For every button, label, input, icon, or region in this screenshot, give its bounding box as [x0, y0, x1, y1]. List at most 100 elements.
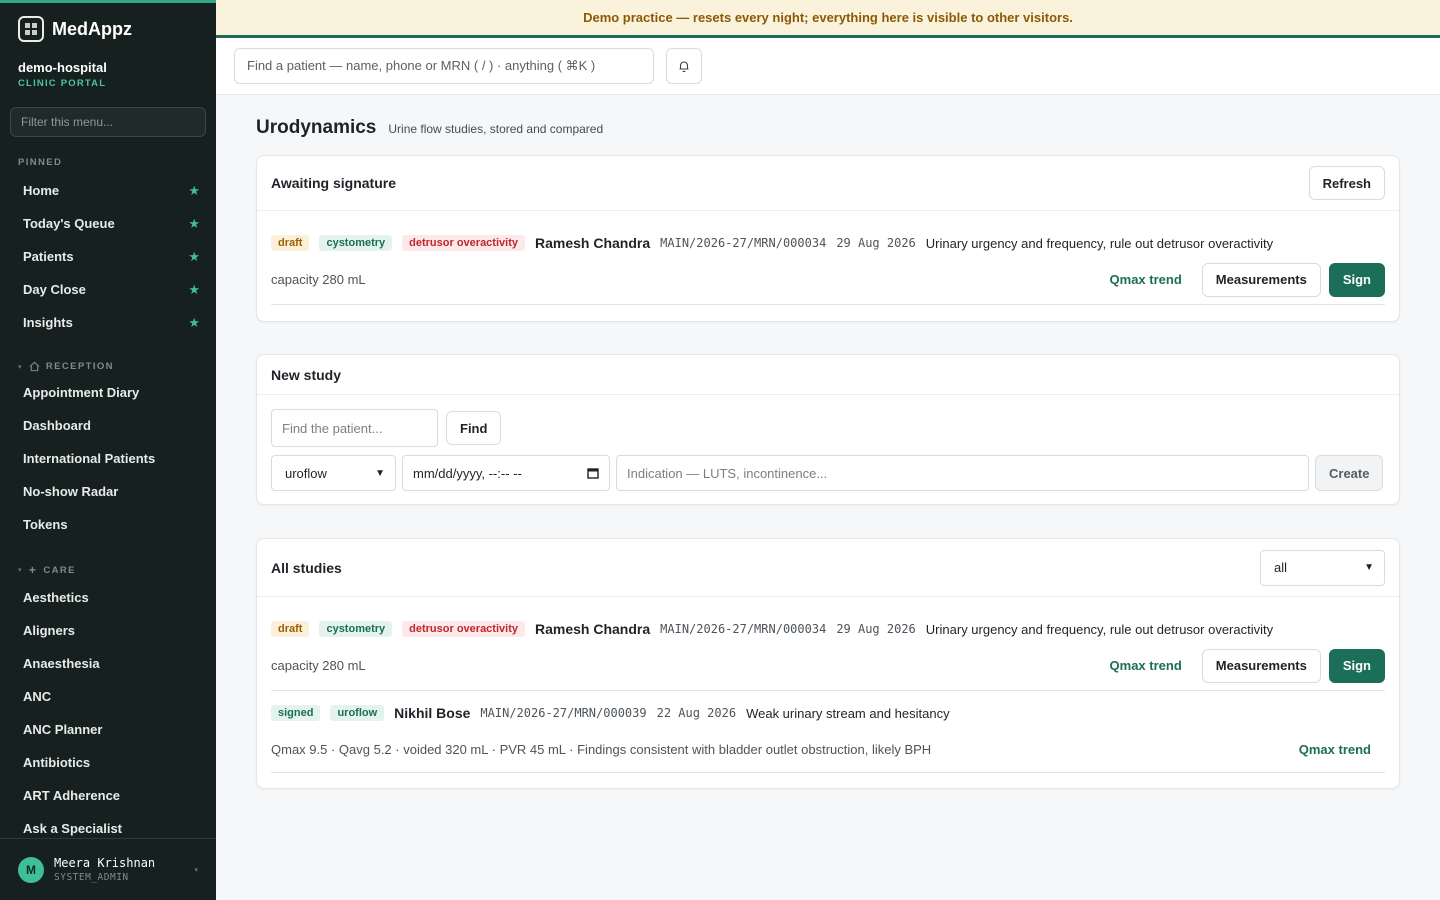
sidebar-item-aligners[interactable]: Aligners [0, 614, 216, 647]
all-studies-card: All studies all ▼ draft cystometry detru… [256, 538, 1400, 789]
bell-icon [679, 61, 689, 73]
study-actions: Qmax trend Measurements Sign [1110, 262, 1385, 297]
status-badge: draft [271, 621, 310, 637]
patient-name[interactable]: Nikhil Bose [394, 705, 470, 721]
study-summary: capacity 280 mL [271, 272, 366, 287]
type-badge: cystometry [319, 621, 393, 637]
indication-placeholder: Indication — LUTS, incontinence... [627, 465, 828, 481]
card-title: Awaiting signature [271, 175, 396, 191]
sidebar-item-home[interactable]: Home ★ [0, 174, 216, 207]
patient-find-input[interactable]: Find the patient... [271, 409, 438, 447]
patient-name[interactable]: Ramesh Chandra [535, 621, 650, 637]
menu-filter-input[interactable]: Filter this menu... [10, 107, 206, 137]
star-icon[interactable]: ★ [188, 315, 200, 331]
sidebar-item-anaesthesia[interactable]: Anaesthesia [0, 647, 216, 680]
indication-input[interactable]: Indication — LUTS, incontinence... [616, 455, 1309, 491]
find-button[interactable]: Find [446, 411, 502, 445]
star-icon[interactable]: ★ [188, 282, 200, 298]
star-icon[interactable]: ★ [188, 249, 200, 265]
menu-filter-placeholder: Filter this menu... [21, 115, 114, 129]
star-icon[interactable]: ★ [188, 183, 200, 199]
card-header: All studies all ▼ [257, 539, 1399, 597]
chevron-down-icon: ▼ [1364, 562, 1374, 573]
finding-badge: detrusor overactivity [402, 621, 525, 637]
refresh-button[interactable]: Refresh [1308, 166, 1385, 200]
type-badge: cystometry [319, 235, 393, 251]
study-date: 29 Aug 2026 [836, 236, 916, 250]
patient-mrn: MAIN/2026-27/MRN/000034 [660, 236, 827, 250]
topbar: Find a patient — name, phone or MRN ( / … [216, 38, 1440, 95]
sidebar-item-antibiotics[interactable]: Antibiotics [0, 746, 216, 779]
card-title: All studies [271, 559, 342, 576]
sidebar-item-insights[interactable]: Insights ★ [0, 306, 216, 339]
home-icon [29, 361, 40, 372]
create-button[interactable]: Create [1315, 455, 1384, 491]
sidebar-item-day-close[interactable]: Day Close ★ [0, 273, 216, 306]
study-form-row: uroflow ▼ mm/dd/yyyy, --:-- -- Indicatio… [257, 447, 1399, 491]
reception-section-toggle[interactable]: ▾ RECEPTION [0, 361, 216, 372]
sidebar-item-label: International Patients [23, 451, 156, 466]
user-role: SYSTEM_ADMIN [54, 872, 129, 883]
sidebar-item-patients[interactable]: Patients ★ [0, 240, 216, 273]
care-section-toggle[interactable]: ▾ + CARE [0, 563, 216, 577]
study-datetime-input[interactable]: mm/dd/yyyy, --:-- -- [402, 455, 610, 491]
study-row: draft cystometry detrusor overactivity R… [271, 613, 1385, 691]
card-header: Awaiting signature Refresh [257, 156, 1399, 211]
sidebar-item-no-show-radar[interactable]: No-show Radar [0, 475, 216, 508]
study-row: draft cystometry detrusor overactivity R… [271, 227, 1385, 305]
user-menu[interactable]: M Meera Krishnan SYSTEM_ADMIN ▾ [0, 838, 216, 900]
chevron-down-icon: ▾ [194, 866, 198, 874]
qmax-trend-link[interactable]: Qmax trend [1110, 272, 1182, 287]
brand[interactable]: MedAppz [0, 3, 216, 55]
sidebar-item-todays-queue[interactable]: Today's Queue ★ [0, 207, 216, 240]
study-type-select[interactable]: uroflow ▼ [271, 455, 396, 491]
sidebar-item-tokens[interactable]: Tokens [0, 508, 216, 541]
sidebar-item-label: Appointment Diary [23, 385, 140, 400]
sidebar-item-international-patients[interactable]: International Patients [0, 442, 216, 475]
study-summary-row: capacity 280 mL Qmax trend Measurements … [271, 645, 1385, 686]
study-indication: Urinary urgency and frequency, rule out … [925, 621, 1274, 637]
qmax-trend-link[interactable]: Qmax trend [1299, 742, 1371, 757]
brand-name: MedAppz [52, 18, 132, 39]
patient-find-placeholder: Find the patient... [282, 420, 383, 436]
notifications-button[interactable] [666, 48, 702, 84]
sidebar-item-appointment-diary[interactable]: Appointment Diary [0, 376, 216, 409]
demo-banner: Demo practice — resets every night; ever… [216, 0, 1440, 38]
user-name: Meera Krishnan [54, 856, 156, 870]
patient-search-input[interactable]: Find a patient — name, phone or MRN ( / … [234, 48, 654, 84]
main-content: Urodynamics Urine flow studies, stored a… [256, 95, 1400, 789]
chevron-down-icon: ▼ [375, 467, 385, 479]
sidebar-item-anc-planner[interactable]: ANC Planner [0, 713, 216, 746]
study-summary: Qmax 9.5 · Qavg 5.2 · voided 320 mL · PV… [271, 742, 932, 757]
sidebar-item-label: ART Adherence [23, 788, 121, 803]
card-title: New study [271, 366, 342, 383]
sidebar-item-label: No-show Radar [23, 484, 119, 499]
pinned-title-text: PINNED [18, 157, 63, 168]
sidebar-item-art-adherence[interactable]: ART Adherence [0, 779, 216, 812]
sidebar-item-anc[interactable]: ANC [0, 680, 216, 713]
awaiting-signature-card: Awaiting signature Refresh draft cystome… [256, 155, 1400, 322]
patient-name[interactable]: Ramesh Chandra [535, 235, 650, 251]
status-filter-value: all [1274, 560, 1288, 575]
org-subtitle: CLINIC PORTAL [18, 78, 107, 89]
sidebar-item-label: ANC Planner [23, 722, 103, 737]
study-date: 29 Aug 2026 [836, 622, 916, 636]
star-icon[interactable]: ★ [188, 216, 200, 232]
sidebar-item-dashboard[interactable]: Dashboard [0, 409, 216, 442]
measurements-button[interactable]: Measurements [1201, 262, 1321, 297]
status-badge: signed [271, 705, 321, 721]
study-summary: capacity 280 mL [271, 658, 366, 673]
datetime-placeholder: mm/dd/yyyy, --:-- -- [413, 465, 522, 481]
sidebar-item-label: Day Close [23, 282, 86, 297]
sign-button[interactable]: Sign [1328, 648, 1385, 683]
qmax-trend-link[interactable]: Qmax trend [1110, 658, 1182, 673]
study-meta: draft cystometry detrusor overactivity R… [271, 613, 1385, 645]
sign-button[interactable]: Sign [1328, 262, 1385, 297]
sidebar-item-aesthetics[interactable]: Aesthetics [0, 581, 216, 614]
calendar-icon[interactable] [587, 467, 599, 479]
measurements-button[interactable]: Measurements [1201, 648, 1321, 683]
study-date: 22 Aug 2026 [656, 706, 737, 720]
sidebar-item-label: Today's Queue [23, 216, 115, 231]
status-filter-select[interactable]: all ▼ [1260, 549, 1385, 586]
study-row: signed uroflow Nikhil Bose MAIN/2026-27/… [271, 697, 1385, 773]
